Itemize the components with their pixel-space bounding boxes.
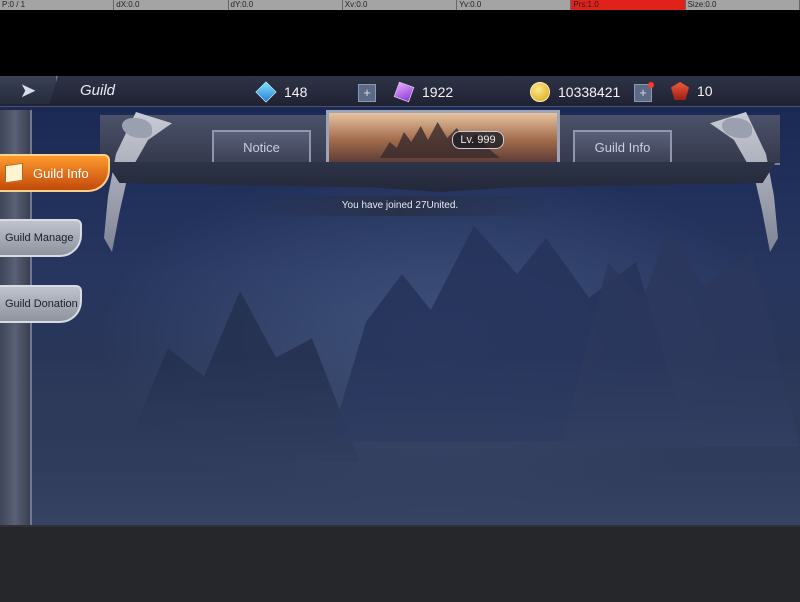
guild-emblem-counter: 10 [671, 82, 713, 100]
emblem-value: 10 [697, 83, 713, 99]
bottom-bar [0, 525, 800, 602]
tab-guild-manage[interactable]: Guild Manage [0, 219, 82, 257]
top-letterbox [0, 10, 800, 76]
debug-pointer: P:0 / 1 [0, 0, 115, 10]
tab-guild-donation[interactable]: Guild Donation [0, 285, 82, 323]
debug-yv: Yv:0.0 [457, 0, 572, 10]
purple-crystal-icon [393, 81, 415, 103]
gold-coin-icon [530, 82, 550, 102]
join-message: You have joined 27United. [246, 196, 554, 216]
notice-label: Notice [243, 139, 280, 155]
back-arrow-icon: ➤ [19, 79, 37, 102]
debug-overlay-bar: P:0 / 1 dX:0.0 dY:0.0 Xv:0.0 Yv:0.0 Prs:… [0, 0, 800, 10]
back-button[interactable]: ➤ [0, 76, 58, 104]
debug-size: Size:0.0 [686, 0, 800, 10]
guild-info-panel[interactable]: Guild Info [573, 130, 672, 162]
guild-level-badge: Lv. 999 [452, 131, 504, 149]
debug-dx: dX:0.0 [114, 0, 229, 10]
tab-guild-info[interactable]: Guild Info [0, 154, 110, 192]
add-gold-button[interactable]: + [634, 82, 654, 102]
blue-gem-counter: 148 [255, 81, 308, 103]
gold-value: 10338421 [558, 84, 621, 100]
gold-counter: 10338421 [530, 82, 620, 102]
book-icon [5, 162, 23, 184]
purple-gem-value: 1922 [422, 84, 454, 100]
debug-xv: Xv:0.0 [343, 0, 458, 10]
notification-dot [648, 82, 654, 88]
blue-diamond-icon [255, 81, 277, 103]
page-title: Guild [80, 82, 116, 99]
mist-layer [0, 357, 800, 525]
debug-dy: dY:0.0 [229, 0, 343, 10]
notice-panel[interactable]: Notice [212, 130, 311, 162]
top-hud: ➤ Guild 148 + 1922 10338421 + 10 [0, 76, 800, 107]
tab-label: Guild Manage [5, 232, 74, 244]
purple-gem-counter: 1922 [393, 81, 454, 103]
add-blue-gems-button[interactable]: + [358, 84, 376, 102]
guild-info-label: Guild Info [594, 139, 651, 155]
tab-label: Guild Donation [5, 298, 78, 310]
guild-emblem-icon [671, 82, 689, 100]
debug-pressure: Prs:1.0 [571, 0, 686, 10]
blue-gem-value: 148 [284, 84, 308, 100]
tab-label: Guild Info [33, 165, 89, 181]
